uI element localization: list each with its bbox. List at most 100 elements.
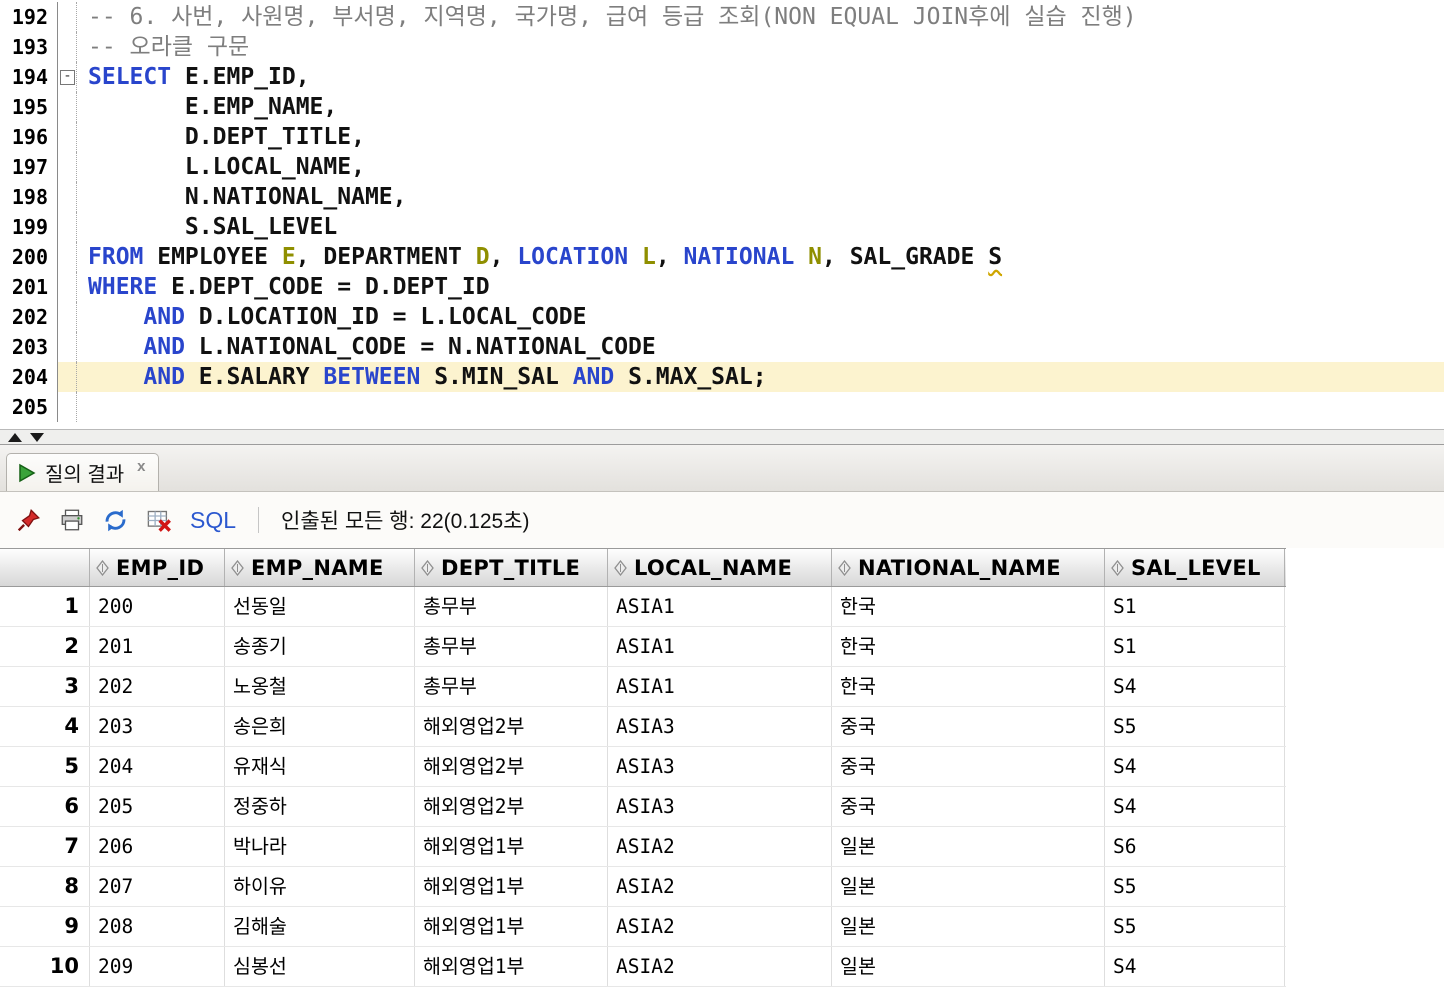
data-cell[interactable]: 김해술 [225,907,415,946]
splitter-up-icon[interactable] [8,433,22,442]
data-cell[interactable]: ASIA3 [608,707,832,746]
data-cell[interactable]: ASIA1 [608,667,832,706]
data-cell[interactable]: S4 [1105,667,1285,706]
editor-line[interactable]: 195 E.EMP_NAME, [0,92,1444,122]
editor-line[interactable]: 194- SELECT E.EMP_ID, [0,62,1444,92]
clear-result-grid-icon[interactable] [143,505,173,535]
data-cell[interactable]: 해외영업1부 [415,827,608,866]
data-cell[interactable]: 해외영업1부 [415,907,608,946]
data-cell[interactable]: 한국 [832,667,1105,706]
data-cell[interactable]: S4 [1105,787,1285,826]
column-header-emp_name[interactable]: EMP_NAME [225,549,415,586]
data-cell[interactable]: ASIA2 [608,867,832,906]
data-cell[interactable]: 209 [90,947,225,986]
data-cell[interactable]: 심봉선 [225,947,415,986]
data-cell[interactable]: S5 [1105,707,1285,746]
editor-line[interactable]: 203 AND L.NATIONAL_CODE = N.NATIONAL_COD… [0,332,1444,362]
table-row[interactable]: 3 202 노옹철 총무부 ASIA1 한국 S4 [0,667,1286,707]
data-cell[interactable]: 207 [90,867,225,906]
data-cell[interactable]: 중국 [832,707,1105,746]
editor-line[interactable]: 196 D.DEPT_TITLE, [0,122,1444,152]
data-cell[interactable]: 중국 [832,747,1105,786]
data-cell[interactable]: 204 [90,747,225,786]
data-cell[interactable]: 201 [90,627,225,666]
table-row[interactable]: 5 204 유재식 해외영업2부 ASIA3 중국 S4 [0,747,1286,787]
column-header-dept_title[interactable]: DEPT_TITLE [415,549,608,586]
editor-line[interactable]: 193 -- 오라클 구문 [0,32,1444,62]
row-number-cell[interactable]: 1 [0,587,90,626]
data-cell[interactable]: S4 [1105,947,1285,986]
data-cell[interactable]: ASIA3 [608,787,832,826]
row-number-cell[interactable]: 2 [0,627,90,666]
data-cell[interactable]: 일본 [832,827,1105,866]
editor-line[interactable]: 192 -- 6. 사번, 사원명, 부서명, 지역명, 국가명, 급여 등급 조… [0,2,1444,32]
editor-line[interactable]: 199 S.SAL_LEVEL [0,212,1444,242]
data-cell[interactable]: ASIA2 [608,827,832,866]
data-cell[interactable]: 한국 [832,627,1105,666]
data-cell[interactable]: 208 [90,907,225,946]
data-cell[interactable]: S1 [1105,627,1285,666]
editor-line[interactable]: 202 AND D.LOCATION_ID = L.LOCAL_CODE [0,302,1444,332]
row-number-cell[interactable]: 7 [0,827,90,866]
data-cell[interactable]: 일본 [832,907,1105,946]
data-cell[interactable]: S5 [1105,907,1285,946]
row-number-cell[interactable]: 6 [0,787,90,826]
data-cell[interactable]: S4 [1105,747,1285,786]
data-cell[interactable]: ASIA2 [608,907,832,946]
grid-corner-header[interactable] [0,549,90,586]
data-cell[interactable]: 정중하 [225,787,415,826]
data-cell[interactable]: 일본 [832,867,1105,906]
column-header-sal_level[interactable]: SAL_LEVEL [1105,549,1285,586]
data-cell[interactable]: 해외영업2부 [415,787,608,826]
table-row[interactable]: 1 200 선동일 총무부 ASIA1 한국 S1 [0,587,1286,627]
table-row[interactable]: 2 201 송종기 총무부 ASIA1 한국 S1 [0,627,1286,667]
table-row[interactable]: 9 208 김해술 해외영업1부 ASIA2 일본 S5 [0,907,1286,947]
data-cell[interactable]: 총무부 [415,667,608,706]
data-cell[interactable]: S5 [1105,867,1285,906]
data-cell[interactable]: 유재식 [225,747,415,786]
data-cell[interactable]: 총무부 [415,587,608,626]
editor-line[interactable]: 197 L.LOCAL_NAME, [0,152,1444,182]
pane-splitter[interactable] [0,429,1444,445]
data-cell[interactable]: ASIA1 [608,587,832,626]
data-cell[interactable]: 중국 [832,787,1105,826]
tab-close-icon[interactable]: x [137,458,145,475]
data-cell[interactable]: 한국 [832,587,1105,626]
data-cell[interactable]: 일본 [832,947,1105,986]
data-cell[interactable]: ASIA1 [608,627,832,666]
data-cell[interactable]: 총무부 [415,627,608,666]
column-header-emp_id[interactable]: EMP_ID [90,549,225,586]
editor-line[interactable]: 198 N.NATIONAL_NAME, [0,182,1444,212]
data-cell[interactable]: 하이유 [225,867,415,906]
data-cell[interactable]: 해외영업1부 [415,947,608,986]
refresh-icon[interactable] [100,505,130,535]
data-cell[interactable]: 선동일 [225,587,415,626]
data-cell[interactable]: 송종기 [225,627,415,666]
data-cell[interactable]: 송은희 [225,707,415,746]
table-row[interactable]: 8 207 하이유 해외영업1부 ASIA2 일본 S5 [0,867,1286,907]
table-row[interactable]: 7 206 박나라 해외영업1부 ASIA2 일본 S6 [0,827,1286,867]
editor-line[interactable]: 205 [0,392,1444,422]
data-cell[interactable]: 해외영업2부 [415,747,608,786]
data-cell[interactable]: S1 [1105,587,1285,626]
tab-query-result[interactable]: 질의 결과 x [6,453,159,491]
data-cell[interactable]: 202 [90,667,225,706]
data-cell[interactable]: 205 [90,787,225,826]
data-cell[interactable]: 해외영업1부 [415,867,608,906]
row-number-cell[interactable]: 3 [0,667,90,706]
column-header-local_name[interactable]: LOCAL_NAME [608,549,832,586]
table-row[interactable]: 6 205 정중하 해외영업2부 ASIA3 중국 S4 [0,787,1286,827]
data-cell[interactable]: S6 [1105,827,1285,866]
data-cell[interactable]: 해외영업2부 [415,707,608,746]
code-fold-collapse-icon[interactable]: - [60,69,75,85]
data-cell[interactable]: ASIA3 [608,747,832,786]
row-number-cell[interactable]: 8 [0,867,90,906]
splitter-down-icon[interactable] [30,433,44,442]
data-cell[interactable]: 206 [90,827,225,866]
editor-current-line[interactable]: 204 AND E.SALARY BETWEEN S.MIN_SAL AND S… [0,362,1444,392]
data-cell[interactable]: ASIA2 [608,947,832,986]
table-row[interactable]: 10 209 심봉선 해외영업1부 ASIA2 일본 S4 [0,947,1286,987]
data-cell[interactable]: 박나라 [225,827,415,866]
data-cell[interactable]: 200 [90,587,225,626]
row-number-cell[interactable]: 4 [0,707,90,746]
